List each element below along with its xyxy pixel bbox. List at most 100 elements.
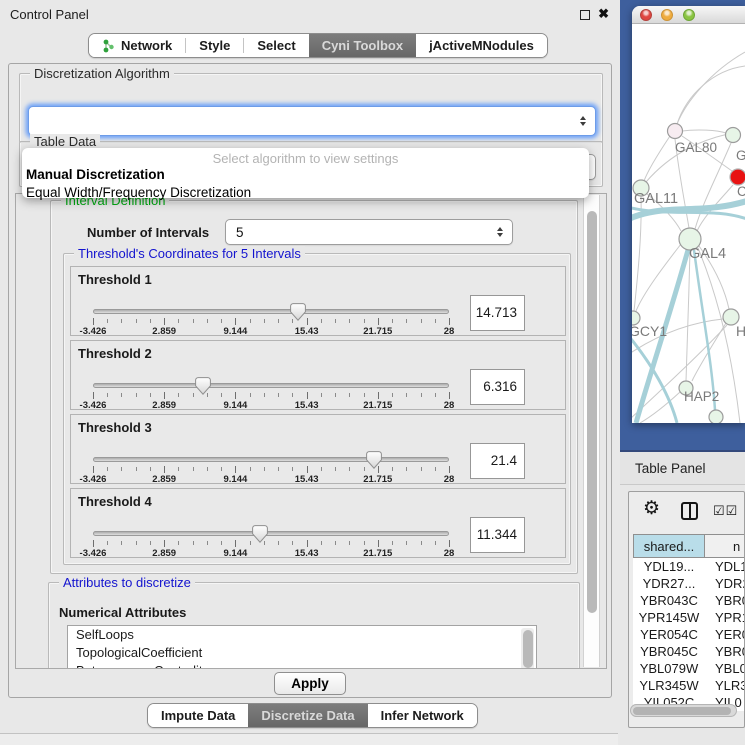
tab-label: jActiveMNodules — [429, 38, 534, 53]
cell[interactable]: YDR2 — [705, 575, 745, 592]
cell[interactable]: YDR27... — [633, 575, 705, 592]
node-label: GAL11 — [634, 191, 678, 207]
threshold-label: Threshold 4 — [78, 494, 152, 509]
gear-icon[interactable]: ⚙ — [643, 498, 660, 520]
node-top-right — [726, 128, 741, 143]
list-scrollbar[interactable] — [521, 628, 534, 669]
tab-label: Cyni Toolbox — [322, 38, 403, 53]
bottom-tab-bar: Impute Data Discretize Data Infer Networ… — [147, 703, 478, 728]
node-label: C — [737, 184, 745, 199]
close-icon[interactable]: ✖ — [598, 6, 609, 22]
threshold-value-field[interactable]: 14.713 — [470, 295, 525, 331]
slider-track[interactable] — [93, 531, 449, 536]
cell[interactable]: YDL1 — [705, 558, 745, 575]
table-toolbar: ⚙ ☑☑ — [629, 492, 744, 532]
threshold-4-panel: Threshold 4 -3.4262.8599.14415.4321.7152… — [70, 488, 566, 558]
apply-button[interactable]: Apply — [274, 672, 346, 695]
threshold-value-field[interactable]: 11.344 — [470, 517, 525, 553]
node-label: HAP2 — [684, 389, 719, 404]
table-row[interactable]: YPR145WYPR1 — [633, 609, 745, 626]
tab-jactivemnodules[interactable]: jActiveMNodules — [416, 34, 547, 57]
cell[interactable]: YPR1 — [705, 609, 745, 626]
threshold-4-slider[interactable]: -3.4262.8599.14415.4321.71528 — [93, 529, 449, 557]
split-column-icon[interactable] — [681, 502, 698, 520]
slider-track[interactable] — [93, 383, 449, 388]
node-label: GAL80 — [675, 140, 717, 155]
slider-scale: -3.4262.8599.14415.4321.71528 — [93, 540, 449, 557]
list-item[interactable]: SelfLoops — [68, 626, 536, 644]
table-row[interactable]: YDR27...YDR2 — [633, 575, 745, 592]
window-titlebar[interactable] — [632, 6, 745, 24]
cell[interactable]: YER0 — [705, 626, 745, 643]
scrollbar-thumb[interactable] — [633, 707, 731, 715]
slider-track[interactable] — [93, 309, 449, 314]
node-table: shared... n YDL19...YDL1 YDR27...YDR2 YB… — [633, 534, 745, 711]
minimize-button[interactable] — [661, 9, 673, 21]
table-panel-title: Table Panel — [635, 461, 706, 476]
tab-style[interactable]: Style — [186, 34, 243, 57]
tab-label: Infer Network — [381, 708, 464, 723]
tab-network[interactable]: Network — [89, 34, 185, 57]
page-title: Control Panel — [10, 7, 89, 22]
scrollbar-thumb[interactable] — [523, 630, 533, 668]
table-rows: YDL19...YDL1 YDR27...YDR2 YBR043CYBR0 YP… — [633, 558, 745, 711]
threshold-3-panel: Threshold 3 -3.4262.8599.14415.4321.7152… — [70, 414, 566, 484]
cell[interactable]: YER054C — [633, 626, 705, 643]
float-window-icon[interactable] — [580, 10, 590, 20]
network-graph: GAL80 GA C GAL11 GAL4 GCY1 H HAP2 — [632, 24, 745, 423]
network-desktop: GAL80 GA C GAL11 GAL4 GCY1 H HAP2 — [620, 0, 745, 452]
column-header-shared-name[interactable]: shared... — [633, 534, 705, 558]
checkbox-icons[interactable]: ☑☑ — [713, 503, 738, 519]
scrollbar-thumb[interactable] — [587, 211, 597, 613]
cell[interactable]: YBR0 — [705, 643, 745, 660]
table-row[interactable]: YLR345WYLR3 — [633, 677, 745, 694]
table-row[interactable]: YBR043CYBR0 — [633, 592, 745, 609]
threshold-1-slider[interactable]: -3.4262.8599.14415.4321.71528 — [93, 307, 449, 335]
cell[interactable]: YBR0 — [705, 592, 745, 609]
panel-scrollbar[interactable] — [583, 195, 600, 667]
algorithm-combobox[interactable] — [28, 106, 596, 136]
interval-definition-group: Interval Definition Number of Intervals … — [50, 200, 578, 574]
cell[interactable]: YBR045C — [633, 643, 705, 660]
network-canvas[interactable]: GAL80 GA C GAL11 GAL4 GCY1 H HAP2 — [632, 24, 745, 423]
tab-impute-data[interactable]: Impute Data — [148, 704, 248, 727]
cell[interactable]: YBR043C — [633, 592, 705, 609]
network-view-window[interactable]: GAL80 GA C GAL11 GAL4 GCY1 H HAP2 — [632, 6, 745, 423]
slider-scale: -3.4262.8599.14415.4321.71528 — [93, 466, 449, 483]
cell[interactable]: YDL19... — [633, 558, 705, 575]
close-button[interactable] — [640, 9, 652, 21]
table-row[interactable]: YDL19...YDL1 — [633, 558, 745, 575]
table-row[interactable]: YBR045CYBR0 — [633, 643, 745, 660]
cell[interactable]: YLR3 — [705, 677, 745, 694]
attributes-list[interactable]: SelfLoops TopologicalCoefficient Between… — [67, 625, 537, 669]
threshold-value-field[interactable]: 6.316 — [470, 369, 525, 405]
cell[interactable]: YBL0 — [705, 660, 745, 677]
table-row[interactable]: YBL079WYBL0 — [633, 660, 745, 677]
dropdown-option-manual[interactable]: Manual Discretization — [22, 166, 589, 184]
table-panel-body: ⚙ ☑☑ shared... n YDL19...YDL1 YDR27...YD… — [620, 486, 745, 745]
table-row[interactable]: YER054CYER0 — [633, 626, 745, 643]
threshold-label: Threshold 2 — [78, 346, 152, 361]
horizontal-scrollbar[interactable] — [630, 704, 737, 717]
intervals-combobox[interactable]: 5 — [225, 219, 513, 245]
table-header-row: shared... n — [633, 534, 745, 558]
threshold-3-slider[interactable]: -3.4262.8599.14415.4321.71528 — [93, 455, 449, 483]
threshold-value-field[interactable]: 21.4 — [470, 443, 525, 479]
tab-select[interactable]: Select — [244, 34, 308, 57]
tab-infer-network[interactable]: Infer Network — [368, 704, 477, 727]
control-panel-titlebar: Control Panel ✖ — [0, 0, 618, 28]
spinner-icon — [497, 227, 503, 237]
threshold-2-slider[interactable]: -3.4262.8599.14415.4321.71528 — [93, 381, 449, 409]
slider-track[interactable] — [93, 457, 449, 462]
dropdown-option-equal-width[interactable]: Equal Width/Frequency Discretization — [22, 184, 589, 202]
list-item[interactable]: BetweennessCentrality — [68, 662, 536, 669]
list-item[interactable]: TopologicalCoefficient — [68, 644, 536, 662]
cell[interactable]: YBL079W — [633, 660, 705, 677]
zoom-button[interactable] — [683, 9, 695, 21]
column-header-name[interactable]: n — [705, 534, 745, 558]
cell[interactable]: YLR345W — [633, 677, 705, 694]
algorithm-dropdown-popup: Select algorithm to view settings Manual… — [22, 148, 589, 198]
tab-cyni-toolbox[interactable]: Cyni Toolbox — [309, 34, 416, 57]
tab-discretize-data[interactable]: Discretize Data — [248, 704, 367, 727]
cell[interactable]: YPR145W — [633, 609, 705, 626]
